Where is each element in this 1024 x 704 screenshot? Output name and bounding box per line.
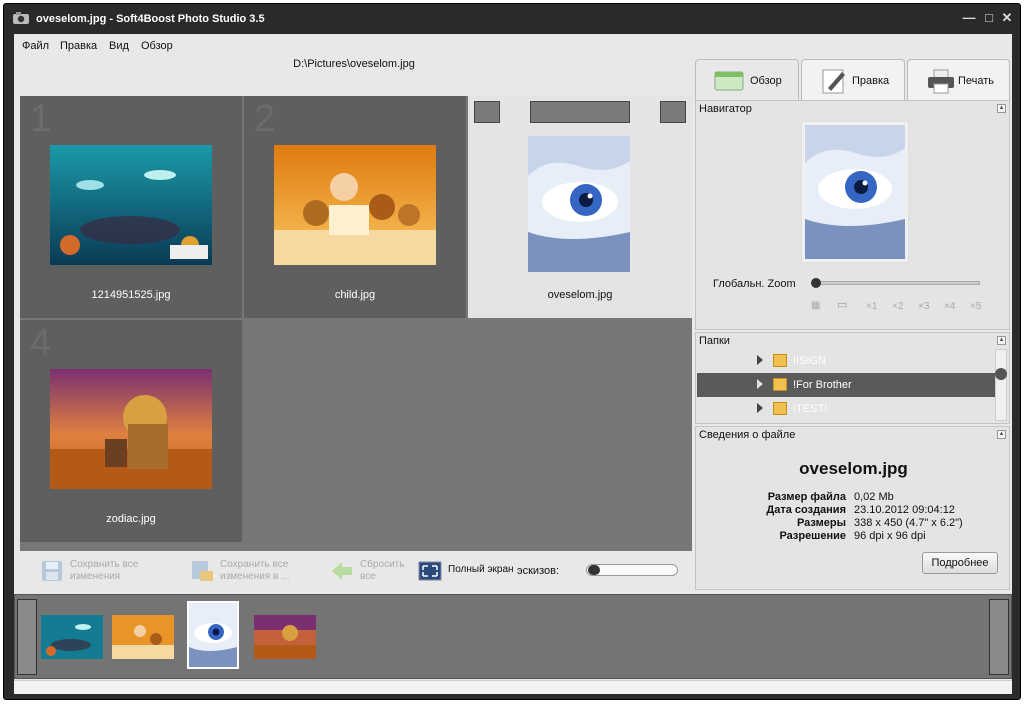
cell-number: 2	[254, 98, 276, 140]
filmstrip-scroll-right[interactable]	[989, 599, 1009, 675]
minimize-icon[interactable]: —	[961, 10, 977, 26]
floppy-folder-icon	[192, 561, 213, 581]
thumbnail-label: child.jpg	[334, 289, 376, 301]
menu-bar: Файл Правка Вид Обзор	[14, 34, 694, 56]
collapse-icon[interactable]: ▲	[997, 104, 1006, 113]
child-image	[274, 145, 436, 265]
slider-handle[interactable]	[588, 565, 600, 575]
expand-arrow-icon[interactable]	[757, 403, 763, 413]
camera-app-icon	[13, 12, 29, 24]
folder-item-selected[interactable]: !For Brother	[697, 373, 995, 397]
tab-edit[interactable]: Правка	[801, 59, 905, 101]
folders-panel: Папки !!SIGN !For Brother !TEST! ▲	[695, 332, 1010, 424]
fit-icon[interactable]: ▦	[811, 300, 820, 311]
menu-browse[interactable]: Обзор	[141, 40, 173, 52]
zoom-label: Глобальн. Zoom	[713, 278, 796, 290]
thumbnail-label: 1214951525.jpg	[91, 289, 171, 301]
bottom-toolbar: Сохранить все изменения Сохранить все из…	[20, 552, 692, 590]
fileinfo-filename: oveselom.jpg	[799, 459, 908, 478]
arrow-left-icon	[332, 562, 352, 580]
folders-title: Папки	[699, 335, 730, 347]
menu-view[interactable]: Вид	[109, 40, 129, 52]
printer-icon	[928, 69, 954, 94]
title-bar: oveselom.jpg - Soft4Boost Photo Studio 3…	[4, 4, 1020, 34]
folder-icon	[773, 354, 787, 367]
pencil-paper-icon	[822, 69, 845, 94]
thumbnail-cell[interactable]: 4 zodiac.jpg	[20, 320, 242, 542]
thumbnail-cell[interactable]: 1 1214951525.jpg	[20, 96, 242, 318]
zoom-slider-handle[interactable]	[811, 278, 821, 288]
cell-number: 4	[30, 322, 52, 364]
navigator-panel: Навигатор ▲ Глобальн. Zoom ▦ ▭ ×1 ×2 ×3 …	[695, 100, 1010, 330]
collapse-icon[interactable]: ▲	[997, 430, 1006, 439]
maximize-icon[interactable]: □	[981, 10, 997, 26]
app-window: oveselom.jpg - Soft4Boost Photo Studio 3…	[3, 3, 1021, 700]
floppy-icon	[42, 561, 62, 581]
zoom-x1[interactable]: ×1	[866, 301, 877, 312]
thumbnail-grid: 1 1214951525.jpg 2 child.jpg oveselom.jp…	[20, 96, 692, 551]
thumbnail-cell[interactable]: 2 child.jpg	[244, 96, 466, 318]
zodiac-lion-image	[50, 369, 212, 489]
tab-overview[interactable]: Обзор	[695, 59, 799, 101]
filmstrip-thumb-zodiac[interactable]	[254, 615, 316, 659]
folder-item[interactable]: !!SIGN	[697, 349, 995, 373]
zoom-x2[interactable]: ×2	[892, 301, 903, 312]
fullscreen-icon	[418, 561, 442, 581]
folder-icon	[773, 378, 787, 391]
fileinfo-panel: Сведения о файле ▲ oveselom.jpg Размер ф…	[695, 426, 1010, 590]
expand-arrow-icon[interactable]	[757, 379, 763, 389]
rotate-right-button[interactable]	[660, 101, 686, 123]
frosted-eye-image	[528, 136, 630, 272]
client-area: Файл Правка Вид Обзор D:\Pictures\ovesel…	[14, 34, 1012, 694]
actual-size-icon[interactable]: ▭	[837, 298, 847, 311]
window-title: oveselom.jpg - Soft4Boost Photo Studio 3…	[36, 13, 265, 25]
thumbs-size-label: эскизов:	[517, 565, 560, 577]
scroll-thumb[interactable]	[995, 368, 1007, 380]
zoom-x4[interactable]: ×4	[944, 301, 955, 312]
menu-file[interactable]: Файл	[22, 40, 49, 52]
reset-all-button[interactable]: Сбросить все	[330, 556, 430, 586]
menu-edit[interactable]: Правка	[60, 40, 97, 52]
save-all-as-button[interactable]: Сохранить все изменения в ...	[190, 556, 320, 586]
fullscreen-button[interactable]: Полный экран	[418, 556, 528, 586]
thumbnail-cell-selected[interactable]: oveselom.jpg	[468, 96, 692, 318]
navigator-title: Навигатор	[699, 103, 752, 115]
filmstrip-thumb-child[interactable]	[112, 615, 174, 659]
cell-number: 1	[30, 98, 52, 140]
window-overview-icon	[714, 71, 744, 91]
filmstrip-thumb-eye-selected[interactable]	[187, 601, 239, 669]
zoom-slider[interactable]	[811, 278, 980, 288]
navigator-preview-image	[801, 121, 909, 263]
current-path: D:\Pictures\oveselom.jpg	[293, 58, 415, 70]
filmstrip-hscrollbar[interactable]	[14, 680, 1012, 694]
filmstrip-thumb-underwater[interactable]	[41, 615, 103, 659]
collapse-icon[interactable]: ▲	[997, 336, 1006, 345]
filmstrip-scroll-left[interactable]	[17, 599, 37, 675]
folder-item[interactable]: !TEST!	[697, 397, 995, 421]
right-tabs: Обзор Правка Печать	[695, 59, 1010, 101]
details-button[interactable]: Подробнее	[922, 552, 998, 574]
thumbnail-label: zodiac.jpg	[106, 513, 156, 525]
thumbs-size-slider[interactable]	[586, 564, 678, 576]
thumbnail-label: oveselom.jpg	[547, 289, 613, 301]
folders-scrollbar[interactable]	[995, 349, 1007, 421]
rotate-left-button[interactable]	[474, 101, 500, 123]
expand-arrow-icon[interactable]	[757, 355, 763, 365]
save-all-button[interactable]: Сохранить все изменения	[40, 556, 170, 586]
zoom-x5[interactable]: ×5	[970, 301, 981, 312]
zoom-x3[interactable]: ×3	[918, 301, 929, 312]
fileinfo-title: Сведения о файле	[699, 429, 796, 441]
underwater-image	[50, 145, 212, 265]
tab-print[interactable]: Печать	[907, 59, 1010, 101]
edit-strip-button[interactable]	[530, 101, 630, 123]
close-icon[interactable]: ✕	[999, 10, 1015, 26]
filmstrip	[14, 594, 1012, 679]
folder-icon	[773, 402, 787, 415]
